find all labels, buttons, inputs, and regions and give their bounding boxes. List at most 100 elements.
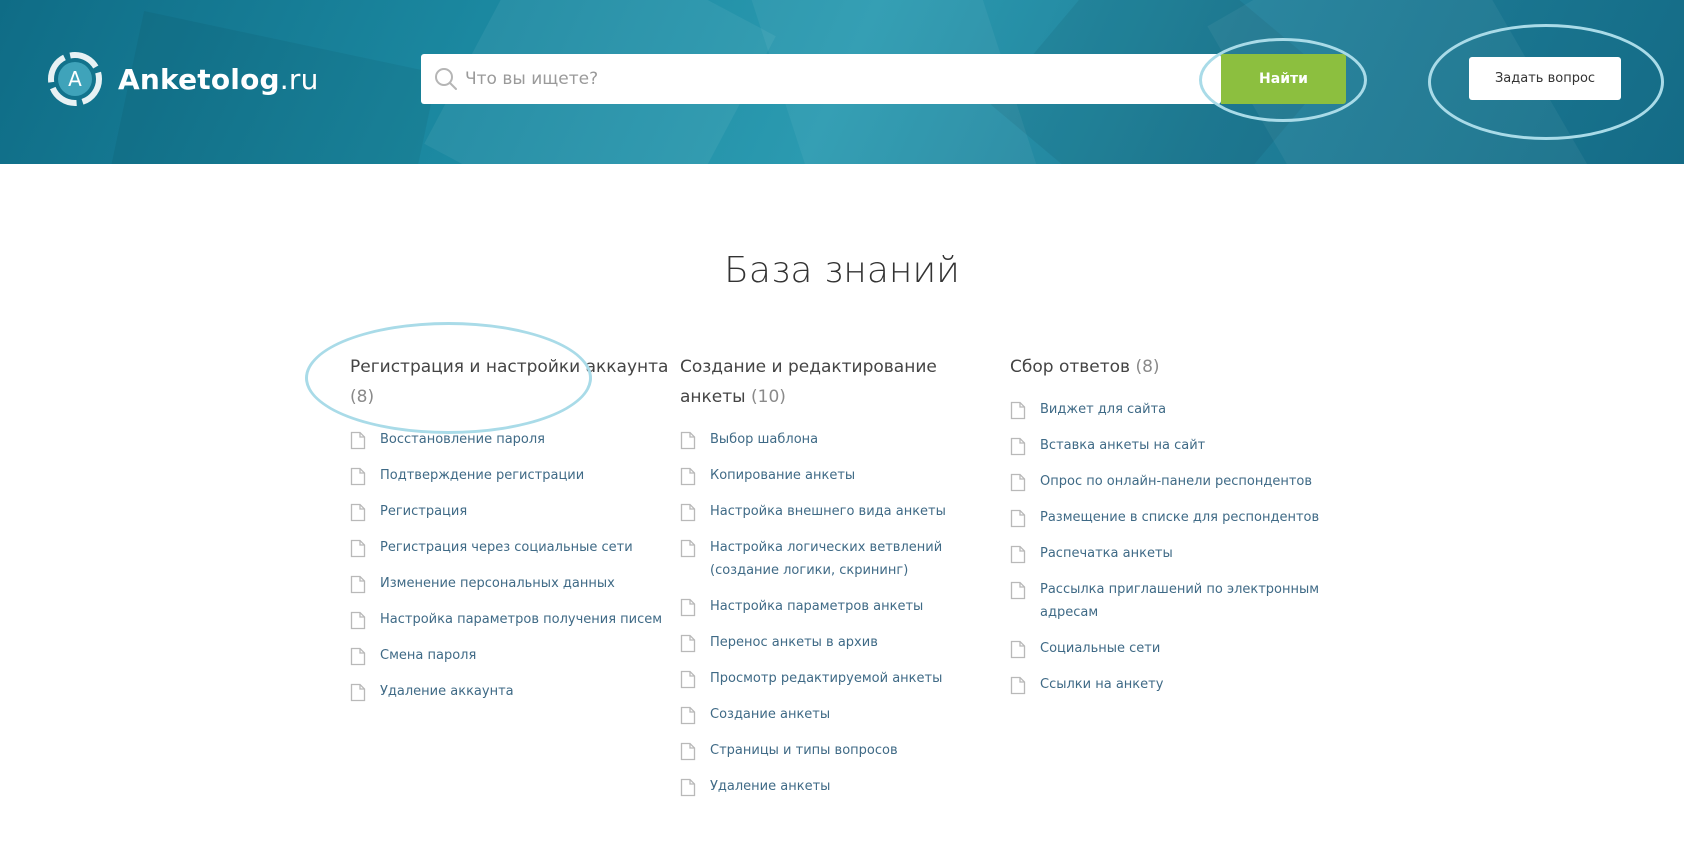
article-link[interactable]: Ссылки на анкету [1010, 675, 1330, 696]
document-icon [1010, 473, 1026, 492]
article-link[interactable]: Создание анкеты [680, 705, 1000, 726]
article-link[interactable]: Регистрация через социальные сети [350, 538, 670, 559]
document-icon [680, 706, 696, 725]
article-label: Просмотр редактируемой анкеты [710, 671, 943, 686]
article-label: Социальные сети [1040, 641, 1161, 656]
document-icon [680, 598, 696, 617]
page-title: База знаний [724, 250, 960, 291]
article-link[interactable]: Копирование анкеты [680, 466, 1000, 487]
article-label: Страницы и типы вопросов [710, 743, 898, 758]
article-link[interactable]: Настройка параметров анкеты [680, 597, 1000, 618]
article-link[interactable]: Удаление анкеты [680, 777, 1000, 798]
document-icon [350, 467, 366, 486]
article-label: Настройка логических ветвлений (создание… [710, 540, 943, 578]
article-label: Подтверждение регистрации [380, 468, 585, 483]
document-icon [680, 742, 696, 761]
article-link[interactable]: Настройка внешнего вида анкеты [680, 502, 1000, 523]
article-label: Копирование анкеты [710, 468, 856, 483]
article-label: Выбор шаблона [710, 432, 819, 447]
article-label: Рассылка приглашений по электронным адре… [1040, 582, 1320, 620]
article-label: Ссылки на анкету [1040, 677, 1164, 692]
document-icon [680, 539, 696, 558]
article-link[interactable]: Размещение в списке для респондентов [1010, 508, 1330, 529]
site-header: A Anketolog.ru Найти Задать вопрос [0, 0, 1684, 164]
logo-mark-icon: A [46, 50, 104, 108]
category-column: Создание и редактирование анкеты (10) Вы… [680, 352, 1000, 813]
article-link[interactable]: Страницы и типы вопросов [680, 741, 1000, 762]
document-icon [1010, 640, 1026, 659]
article-label: Распечатка анкеты [1040, 546, 1173, 561]
article-label: Удаление анкеты [710, 779, 831, 794]
document-icon [350, 503, 366, 522]
article-label: Размещение в списке для респондентов [1040, 510, 1320, 525]
document-icon [680, 670, 696, 689]
ask-question-button[interactable]: Задать вопрос [1469, 57, 1621, 100]
article-link[interactable]: Восстановление пароля [350, 430, 670, 451]
article-label: Удаление аккаунта [380, 684, 514, 699]
article-label: Регистрация через социальные сети [380, 540, 633, 555]
logo-mark-letter: A [68, 67, 82, 91]
article-link[interactable]: Распечатка анкеты [1010, 544, 1330, 565]
article-label: Вставка анкеты на сайт [1040, 438, 1206, 453]
document-icon [350, 611, 366, 630]
article-link[interactable]: Рассылка приглашений по электронным адре… [1010, 580, 1330, 624]
article-label: Создание анкеты [710, 707, 831, 722]
category-column: Регистрация и настройки аккаунта (8) Вос… [350, 352, 670, 718]
article-label: Виджет для сайта [1040, 402, 1167, 417]
logo-name: Anketolog [118, 62, 280, 96]
article-link[interactable]: Выбор шаблона [680, 430, 1000, 451]
category-title-text: Сбор ответов [1010, 357, 1131, 377]
article-link[interactable]: Подтверждение регистрации [350, 466, 670, 487]
document-icon [1010, 676, 1026, 695]
document-icon [680, 634, 696, 653]
article-link[interactable]: Настройка параметров получения писем [350, 610, 670, 631]
category-count: (10) [751, 387, 786, 407]
article-link[interactable]: Просмотр редактируемой анкеты [680, 669, 1000, 690]
article-label: Настройка внешнего вида анкеты [710, 504, 946, 519]
article-link[interactable]: Вставка анкеты на сайт [1010, 436, 1330, 457]
document-icon [1010, 401, 1026, 420]
category-title-text: Регистрация и настройки аккаунта [350, 357, 669, 377]
document-icon [680, 503, 696, 522]
search-icon [433, 66, 459, 92]
article-link[interactable]: Смена пароля [350, 646, 670, 667]
document-icon [680, 778, 696, 797]
document-icon [1010, 509, 1026, 528]
document-icon [1010, 581, 1026, 600]
category-title[interactable]: Создание и редактирование анкеты (10) [680, 352, 1000, 412]
search-input[interactable] [465, 56, 1221, 102]
article-list: Виджет для сайта Вставка анкеты на сайт Оп… [1010, 400, 1330, 696]
document-icon [350, 431, 366, 450]
category-title-text: Создание и редактирование анкеты [680, 357, 937, 407]
document-icon [680, 467, 696, 486]
article-label: Регистрация [380, 504, 468, 519]
article-link[interactable]: Опрос по онлайн-панели респондентов [1010, 472, 1330, 493]
search-box [421, 54, 1221, 104]
document-icon [350, 539, 366, 558]
article-list: Выбор шаблона Копирование анкеты Настройка… [680, 430, 1000, 798]
find-button[interactable]: Найти [1221, 54, 1346, 104]
site-logo[interactable]: A Anketolog.ru [46, 50, 319, 108]
document-icon [350, 647, 366, 666]
article-label: Смена пароля [380, 648, 477, 663]
article-list: Восстановление пароля Подтверждение регис… [350, 430, 670, 703]
document-icon [1010, 437, 1026, 456]
article-link[interactable]: Социальные сети [1010, 639, 1330, 660]
category-title[interactable]: Регистрация и настройки аккаунта (8) [350, 352, 670, 412]
article-label: Изменение персональных данных [380, 576, 615, 591]
article-link[interactable]: Регистрация [350, 502, 670, 523]
category-count: (8) [350, 387, 375, 407]
article-label: Перенос анкеты в архив [710, 635, 878, 650]
document-icon [350, 683, 366, 702]
document-icon [1010, 545, 1026, 564]
article-link[interactable]: Настройка логических ветвлений (создание… [680, 538, 1000, 582]
article-link[interactable]: Перенос анкеты в архив [680, 633, 1000, 654]
article-link[interactable]: Удаление аккаунта [350, 682, 670, 703]
document-icon [680, 431, 696, 450]
article-label: Опрос по онлайн-панели респондентов [1040, 474, 1313, 489]
article-link[interactable]: Изменение персональных данных [350, 574, 670, 595]
category-count: (8) [1135, 357, 1160, 377]
logo-tld: .ru [279, 62, 319, 96]
article-link[interactable]: Виджет для сайта [1010, 400, 1330, 421]
category-title[interactable]: Сбор ответов (8) [1010, 352, 1330, 382]
